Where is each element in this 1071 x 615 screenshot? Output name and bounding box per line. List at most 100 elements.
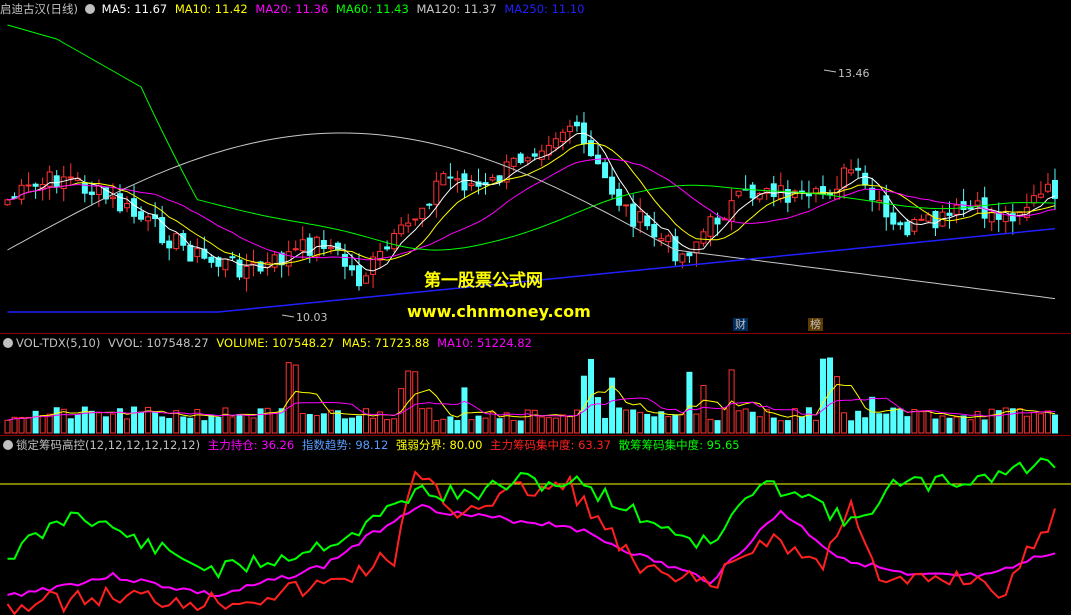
- volume-bar: [109, 413, 116, 434]
- volume-bar: [271, 412, 278, 434]
- candle-body: [18, 184, 25, 200]
- volume-bar: [672, 414, 679, 434]
- candle-body: [883, 195, 890, 218]
- candle-body: [665, 235, 672, 243]
- volume-bar: [102, 416, 109, 434]
- volume-bar: [700, 385, 707, 434]
- volume-bar: [433, 420, 440, 434]
- volume-bar: [74, 414, 81, 434]
- shjz-line: [7, 457, 1056, 580]
- candle-body: [173, 233, 180, 250]
- volume-bar: [236, 414, 243, 434]
- stock-title[interactable]: 启迪古汉(日线): [0, 2, 78, 16]
- finance-report-tag[interactable]: 财: [733, 318, 748, 331]
- volume-bar: [250, 417, 257, 434]
- volume-bar: [939, 415, 946, 434]
- volume-bar: [88, 410, 95, 434]
- volume-bar: [124, 418, 131, 434]
- volume-bar: [812, 419, 819, 434]
- volume-bar: [152, 412, 159, 434]
- candle-body: [686, 252, 693, 257]
- candle-body: [292, 248, 299, 251]
- candle-body: [953, 204, 960, 215]
- volume-bar: [201, 420, 208, 434]
- candle-body: [707, 216, 714, 237]
- dragon-tiger-list-tag[interactable]: 榜: [808, 318, 823, 331]
- volume-bar: [953, 416, 960, 434]
- candle-body: [138, 211, 145, 220]
- volume-bar: [841, 412, 848, 434]
- candle-body: [524, 157, 531, 162]
- candle-body: [693, 241, 700, 254]
- volume-bar: [1037, 413, 1044, 434]
- volume-bar: [39, 415, 46, 434]
- candle-body: [925, 214, 932, 222]
- volume-bar: [637, 411, 644, 434]
- ma250-readout: MA250: 11.10: [504, 2, 585, 16]
- volume-bar: [517, 420, 524, 434]
- volume-bar: [159, 416, 166, 434]
- candle-body: [658, 238, 665, 242]
- candle-body: [131, 198, 138, 217]
- candle-body: [862, 172, 869, 186]
- volume-title[interactable]: VOL-TDX(5,10): [16, 336, 100, 350]
- candle-body: [229, 256, 236, 259]
- candle-body: [88, 191, 95, 195]
- volume-chart-panel[interactable]: VOL-TDX(5,10) VVOL: 107548.27 VOLUME: 10…: [0, 334, 1071, 436]
- volume-bar: [1016, 408, 1023, 434]
- volume-menu-button[interactable]: [3, 338, 13, 348]
- indicator-title[interactable]: 锁定筹码高控(12,12,12,12,12,12): [16, 438, 200, 452]
- volume-bar: [60, 408, 67, 434]
- volume-bar: [489, 411, 496, 434]
- indicator-panel[interactable]: 锁定筹码高控(12,12,12,12,12,12) 主力持仓: 36.26 指数…: [0, 436, 1071, 615]
- candle-body: [440, 173, 447, 186]
- volume-bar: [686, 371, 693, 434]
- volume-bar: [391, 418, 398, 434]
- indicator-lines[interactable]: [0, 436, 1071, 615]
- volume-bar: [665, 415, 672, 434]
- volume-bar: [791, 408, 798, 434]
- volume-bar: [742, 408, 749, 434]
- candle-body: [433, 180, 440, 205]
- candle-body: [384, 246, 391, 250]
- candle-body: [700, 231, 707, 244]
- volume-bar: [4, 419, 11, 434]
- candle-body: [32, 183, 39, 187]
- volume-bar: [876, 413, 883, 434]
- volume-bar: [904, 416, 911, 434]
- candle-body: [841, 167, 848, 188]
- vvol-readout: VVOL: 107548.27: [108, 336, 209, 350]
- volume-bar: [81, 406, 88, 434]
- candle-body: [299, 239, 306, 252]
- candle-body: [946, 212, 953, 216]
- volume-bar: [602, 417, 609, 434]
- volume-bar: [180, 416, 187, 434]
- indicator-menu-button[interactable]: [84, 4, 95, 14]
- indicator-panel-menu-button[interactable]: [3, 440, 13, 450]
- volume-bar: [911, 408, 918, 434]
- volume-bar: [510, 419, 517, 434]
- candle-body: [988, 211, 995, 223]
- candle-body: [341, 253, 348, 267]
- volume-bar: [187, 417, 194, 434]
- candle-body: [166, 240, 173, 249]
- price-chart-panel[interactable]: 启迪古汉(日线) MA5: 11.67 MA10: 11.42 MA20: 11…: [0, 0, 1071, 334]
- candle-body: [1044, 183, 1051, 192]
- candle-body: [1051, 179, 1058, 199]
- ma20-readout: MA20: 11.36: [255, 2, 329, 16]
- candle-body: [805, 193, 812, 197]
- volume-bar: [777, 420, 784, 434]
- candle-body: [630, 203, 637, 227]
- volume-bar: [1009, 408, 1016, 434]
- candle-body: [222, 258, 229, 271]
- candle-body: [559, 131, 566, 143]
- candle-body: [552, 138, 559, 149]
- zsqs-readout: 指数趋势: 98.12: [301, 438, 389, 452]
- candle-body: [25, 184, 32, 187]
- volume-bar: [925, 410, 932, 434]
- zlcc-line: [7, 503, 1056, 598]
- candle-body: [644, 215, 651, 227]
- candle-body: [566, 125, 573, 133]
- watermark-url: www.chnmoney.com: [407, 302, 591, 321]
- candle-body: [897, 222, 904, 226]
